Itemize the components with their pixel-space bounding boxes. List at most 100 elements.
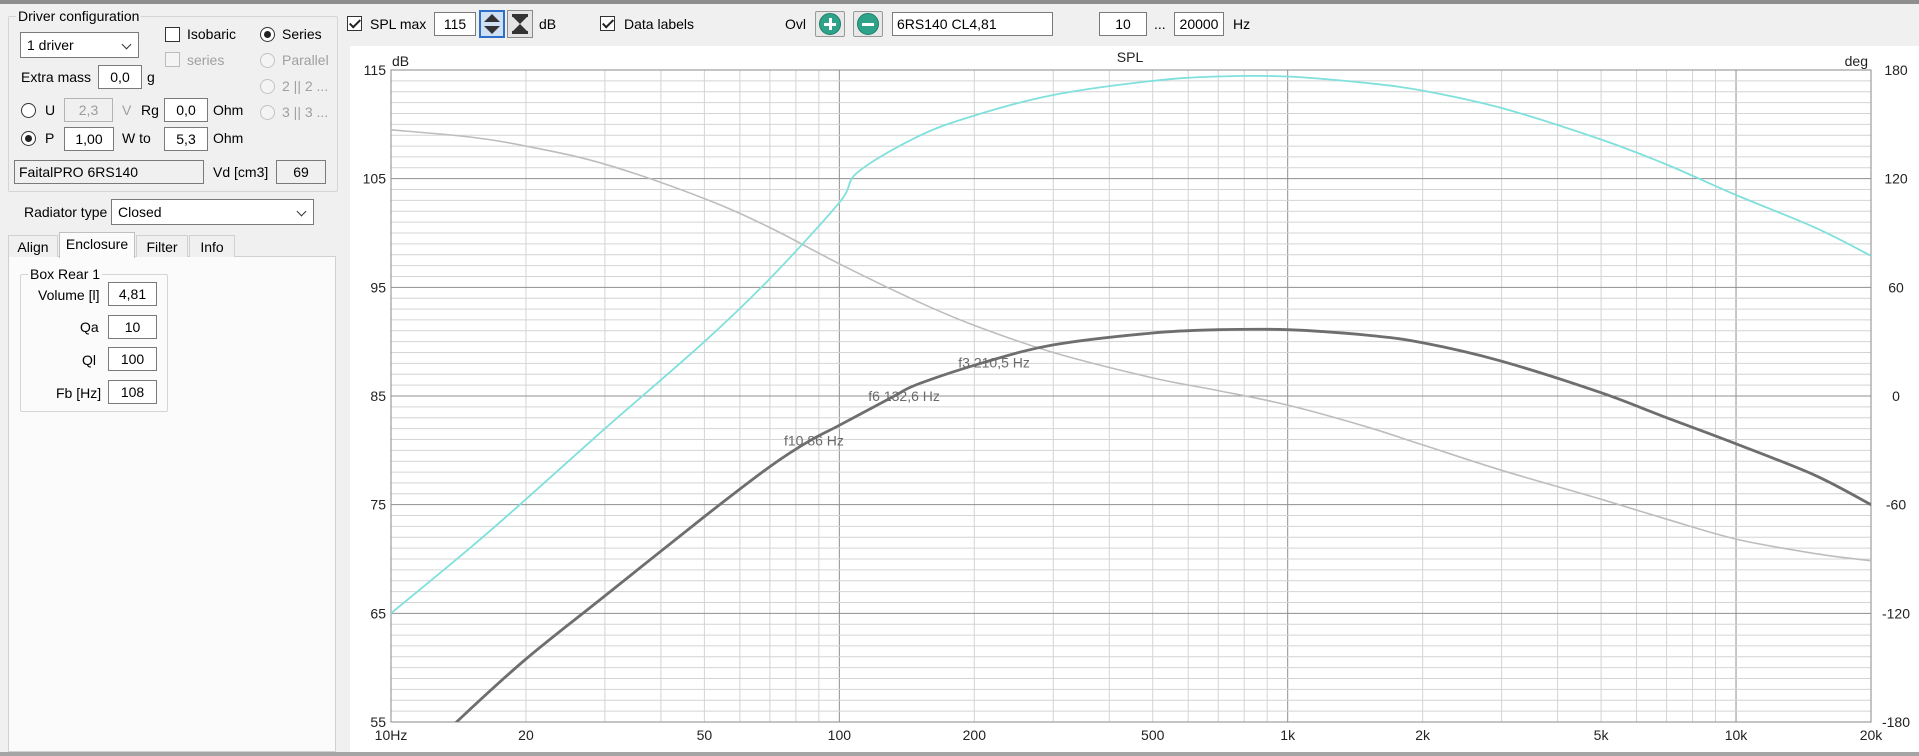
three-parallel-radio[interactable] — [260, 105, 275, 120]
u-label: U — [45, 102, 56, 118]
spl-db-unit: dB — [539, 16, 557, 32]
x-tick-label: 20 — [518, 727, 534, 743]
driver-count-select[interactable]: 1 driver — [20, 32, 139, 58]
driver-count-value: 1 driver — [27, 37, 74, 53]
rg-label: Rg — [141, 102, 159, 118]
tab-enclosure[interactable]: Enclosure — [59, 232, 135, 258]
y-tick-label-left: 85 — [370, 388, 386, 404]
u-unit: V — [122, 102, 132, 118]
fb-label: Fb [Hz] — [56, 385, 102, 401]
ovl-label: Ovl — [785, 16, 806, 32]
freq-min-field[interactable]: 10 — [1099, 12, 1147, 36]
y-tick-label-right: -60 — [1886, 497, 1906, 513]
y-tick-label-right: 120 — [1884, 171, 1908, 187]
x-tick-label: 10Hz — [375, 727, 408, 743]
radiator-type-label: Radiator type — [24, 204, 108, 220]
spl-max-label: SPL max — [370, 16, 427, 32]
series-sub-label: series — [187, 52, 225, 68]
x-tick-label: 500 — [1141, 727, 1165, 743]
window-frame-bottom — [0, 752, 1919, 756]
minus-icon — [857, 13, 879, 35]
qa-field[interactable]: 10 — [108, 315, 157, 339]
data-label: f10 86 Hz — [784, 433, 844, 449]
p-label: P — [45, 130, 55, 146]
rg-unit: Ohm — [213, 102, 244, 118]
y-tick-label-right: 60 — [1888, 279, 1904, 295]
plot-border — [390, 69, 1872, 723]
series-line-spl — [454, 327, 1871, 722]
y-tick-label-left: 55 — [370, 714, 386, 730]
parallel-radio[interactable] — [260, 53, 275, 68]
y-tick-label-right: -120 — [1882, 605, 1910, 621]
wto-unit: Ohm — [213, 130, 244, 146]
p-field[interactable]: 1,00 — [64, 127, 114, 151]
u-field[interactable]: 2,3 — [64, 98, 113, 122]
spl-spin-button[interactable] — [479, 10, 505, 38]
x-tick-label: 50 — [697, 727, 713, 743]
spl-range-button[interactable] — [507, 10, 533, 38]
wto-field[interactable]: 5,3 — [164, 127, 208, 151]
chevron-down-icon — [121, 39, 132, 50]
radiator-type-value: Closed — [118, 204, 162, 220]
extra-mass-unit: g — [147, 69, 155, 85]
chart-background — [350, 46, 1919, 756]
tab-align[interactable]: Align — [8, 235, 58, 257]
y-tick-label-right: -180 — [1882, 714, 1910, 730]
data-label: f3 210,5 Hz — [958, 354, 1030, 370]
radiator-type-select[interactable]: Closed — [111, 199, 314, 225]
vd-label: Vd [cm3] — [213, 164, 269, 180]
freq-max-field[interactable]: 20000 — [1174, 12, 1224, 36]
y-tick-label-left: 65 — [370, 605, 386, 621]
x-tick-label: 1k — [1280, 727, 1296, 743]
parallel-label: Parallel — [282, 52, 329, 68]
two-parallel-radio[interactable] — [260, 79, 275, 94]
x-tick-label: 10k — [1725, 727, 1749, 743]
chevron-down-icon — [296, 206, 307, 217]
p-radio[interactable] — [21, 131, 36, 146]
series-sub-checkbox[interactable] — [165, 52, 180, 67]
qa-label: Qa — [80, 319, 99, 335]
y-tick-label-right: 180 — [1884, 62, 1908, 78]
y-axis-right-label: deg — [1845, 53, 1868, 69]
overlay-name-field[interactable]: 6RS140 CL4,81 — [892, 12, 1053, 36]
tab-info[interactable]: Info — [189, 235, 235, 257]
spl-max-checkbox[interactable] — [347, 16, 362, 31]
data-label: f6 132,6 Hz — [868, 388, 940, 404]
volume-field[interactable]: 4,81 — [108, 282, 157, 306]
y-tick-label-left: 95 — [370, 279, 386, 295]
y-tick-label-left: 105 — [363, 171, 387, 187]
extra-mass-field[interactable]: 0,0 — [98, 65, 142, 89]
ql-label: Ql — [82, 352, 96, 368]
wto-label: W to — [122, 130, 151, 146]
two-parallel-label: 2 || 2 ... — [282, 78, 329, 94]
series-radio[interactable] — [260, 27, 275, 42]
chart-title: SPL — [1117, 49, 1144, 65]
vd-field: 69 — [276, 160, 326, 184]
x-tick-label: 200 — [963, 727, 987, 743]
x-tick-label: 20k — [1860, 727, 1884, 743]
u-radio[interactable] — [21, 103, 36, 118]
volume-label: Volume [l] — [38, 287, 100, 303]
isobaric-checkbox[interactable] — [165, 27, 180, 42]
driver-config-title: Driver configuration — [16, 7, 142, 25]
remove-overlay-button[interactable] — [853, 11, 883, 37]
spin-arrows-icon — [484, 14, 500, 34]
x-tick-label: 100 — [828, 727, 852, 743]
driver-name-field: FaitalPRO 6RS140 — [14, 160, 204, 184]
x-tick-label: 2k — [1415, 727, 1431, 743]
series-line-phase — [391, 129, 1871, 562]
hourglass-icon — [512, 14, 528, 34]
y-tick-label-right: 0 — [1892, 388, 1900, 404]
box-rear-title: Box Rear 1 — [28, 265, 103, 283]
rg-field[interactable]: 0,0 — [164, 98, 208, 122]
freq-hz-unit: Hz — [1233, 16, 1251, 32]
spl-max-field[interactable]: 115 — [434, 12, 476, 36]
ql-field[interactable]: 100 — [108, 347, 157, 371]
fb-field[interactable]: 108 — [108, 380, 157, 404]
add-overlay-button[interactable] — [815, 11, 845, 37]
series-label: Series — [282, 26, 322, 42]
extra-mass-label: Extra mass — [21, 69, 92, 85]
tab-filter[interactable]: Filter — [136, 235, 188, 257]
series-line-overlay — [391, 74, 1871, 614]
data-labels-checkbox[interactable] — [600, 16, 615, 31]
